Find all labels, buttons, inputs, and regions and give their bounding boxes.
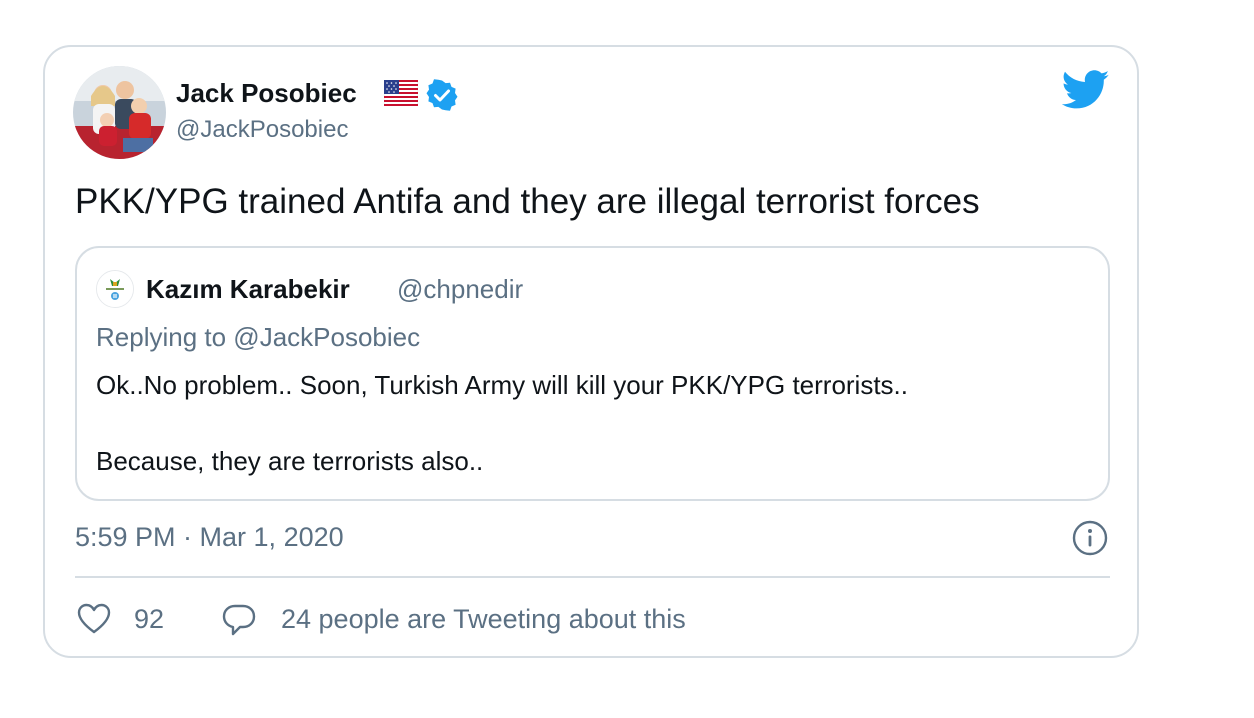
heart-icon[interactable] (77, 603, 111, 635)
author-handle[interactable]: @JackPosobiec (176, 116, 348, 144)
tweeting-about-this[interactable]: 24 people are Tweeting about this (281, 604, 686, 635)
tweet-timestamp[interactable]: 5:59 PM · Mar 1, 2020 (75, 522, 344, 553)
divider (75, 576, 1110, 578)
twitter-bird-icon[interactable] (1062, 70, 1110, 110)
quoted-author-handle[interactable]: @chpnedir (397, 274, 523, 305)
info-icon[interactable] (1071, 519, 1109, 557)
quoted-text-line-1: Ok..No problem.. Soon, Turkish Army will… (96, 370, 909, 400)
author-name[interactable]: Jack Posobiec (176, 78, 357, 109)
replying-to-text[interactable]: Replying to @JackPosobiec (96, 322, 420, 353)
quoted-text-line-2: Because, they are terrorists also.. (96, 446, 484, 476)
tweet-text: PKK/YPG trained Antifa and they are ille… (75, 182, 980, 221)
reply-bubble-icon[interactable] (221, 603, 257, 637)
verified-badge-icon (426, 79, 458, 111)
quoted-author-avatar[interactable] (96, 270, 134, 308)
like-count[interactable]: 92 (134, 604, 164, 635)
quoted-author-name[interactable]: Kazım Karabekir (146, 274, 350, 305)
us-flag-icon (384, 80, 418, 106)
author-avatar[interactable] (73, 66, 166, 159)
